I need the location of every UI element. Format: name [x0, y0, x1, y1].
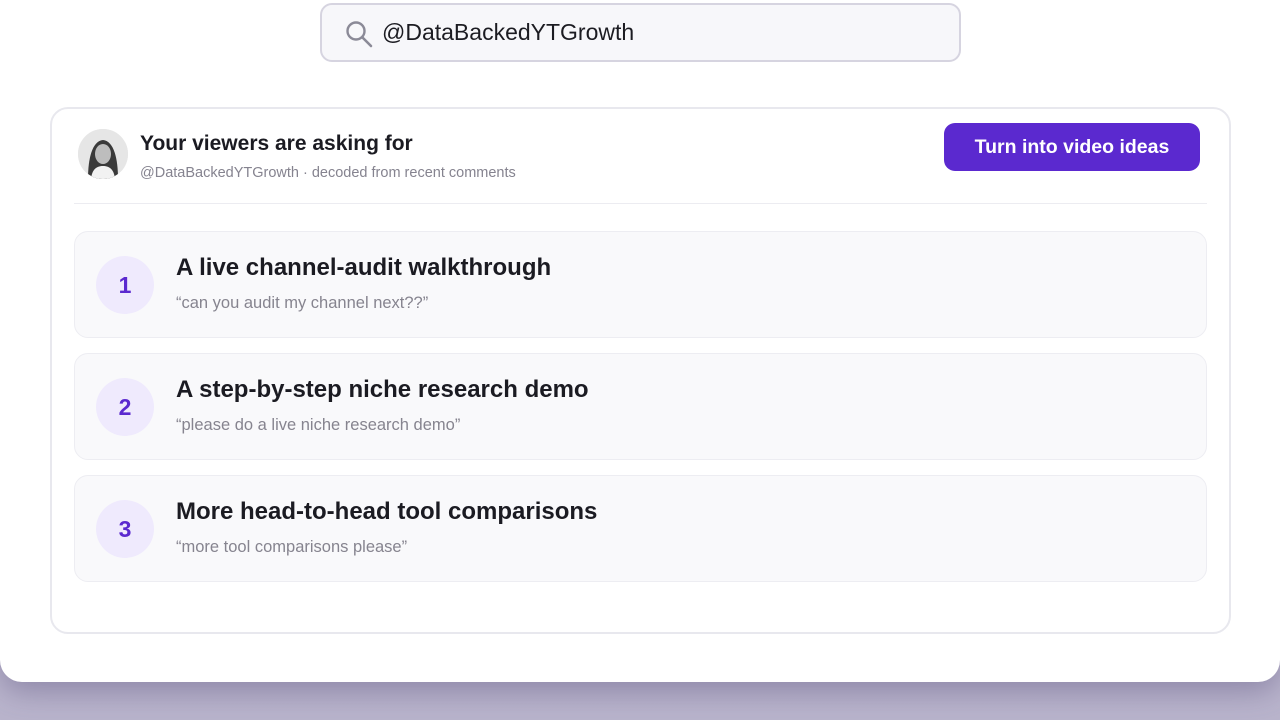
request-quote: “can you audit my channel next??” — [176, 294, 429, 312]
request-quote: “more tool comparisons please” — [176, 538, 408, 556]
request-title: A live channel-audit walkthrough — [176, 254, 552, 281]
search-icon — [346, 21, 373, 48]
request-item[interactable]: 3 More head-to-head tool comparisons “mo… — [74, 475, 1207, 582]
card-subtitle: @DataBackedYTGrowth · decoded from recen… — [140, 165, 516, 181]
rank-badge: 3 — [96, 500, 154, 558]
request-item[interactable]: 1 A live channel-audit walkthrough “can … — [74, 231, 1207, 338]
request-title: More head-to-head tool comparisons — [176, 498, 598, 525]
divider — [74, 203, 1207, 204]
app-page: Your viewers are asking for @DataBackedY… — [0, 0, 1280, 682]
avatar[interactable] — [78, 129, 128, 179]
request-title: A step-by-step niche research demo — [176, 376, 589, 403]
search-input[interactable] — [382, 5, 939, 60]
avatar-image — [78, 129, 128, 179]
search-bar[interactable] — [320, 3, 961, 62]
card-title: Your viewers are asking for — [140, 132, 413, 155]
requests-list: 1 A live channel-audit walkthrough “can … — [74, 231, 1207, 597]
request-item[interactable]: 2 A step-by-step niche research demo “pl… — [74, 353, 1207, 460]
rank-badge: 1 — [96, 256, 154, 314]
rank-badge: 2 — [96, 378, 154, 436]
viewer-requests-card: Your viewers are asking for @DataBackedY… — [50, 107, 1231, 634]
request-quote: “please do a live niche research demo” — [176, 416, 461, 434]
turn-into-video-ideas-button[interactable]: Turn into video ideas — [944, 123, 1200, 171]
